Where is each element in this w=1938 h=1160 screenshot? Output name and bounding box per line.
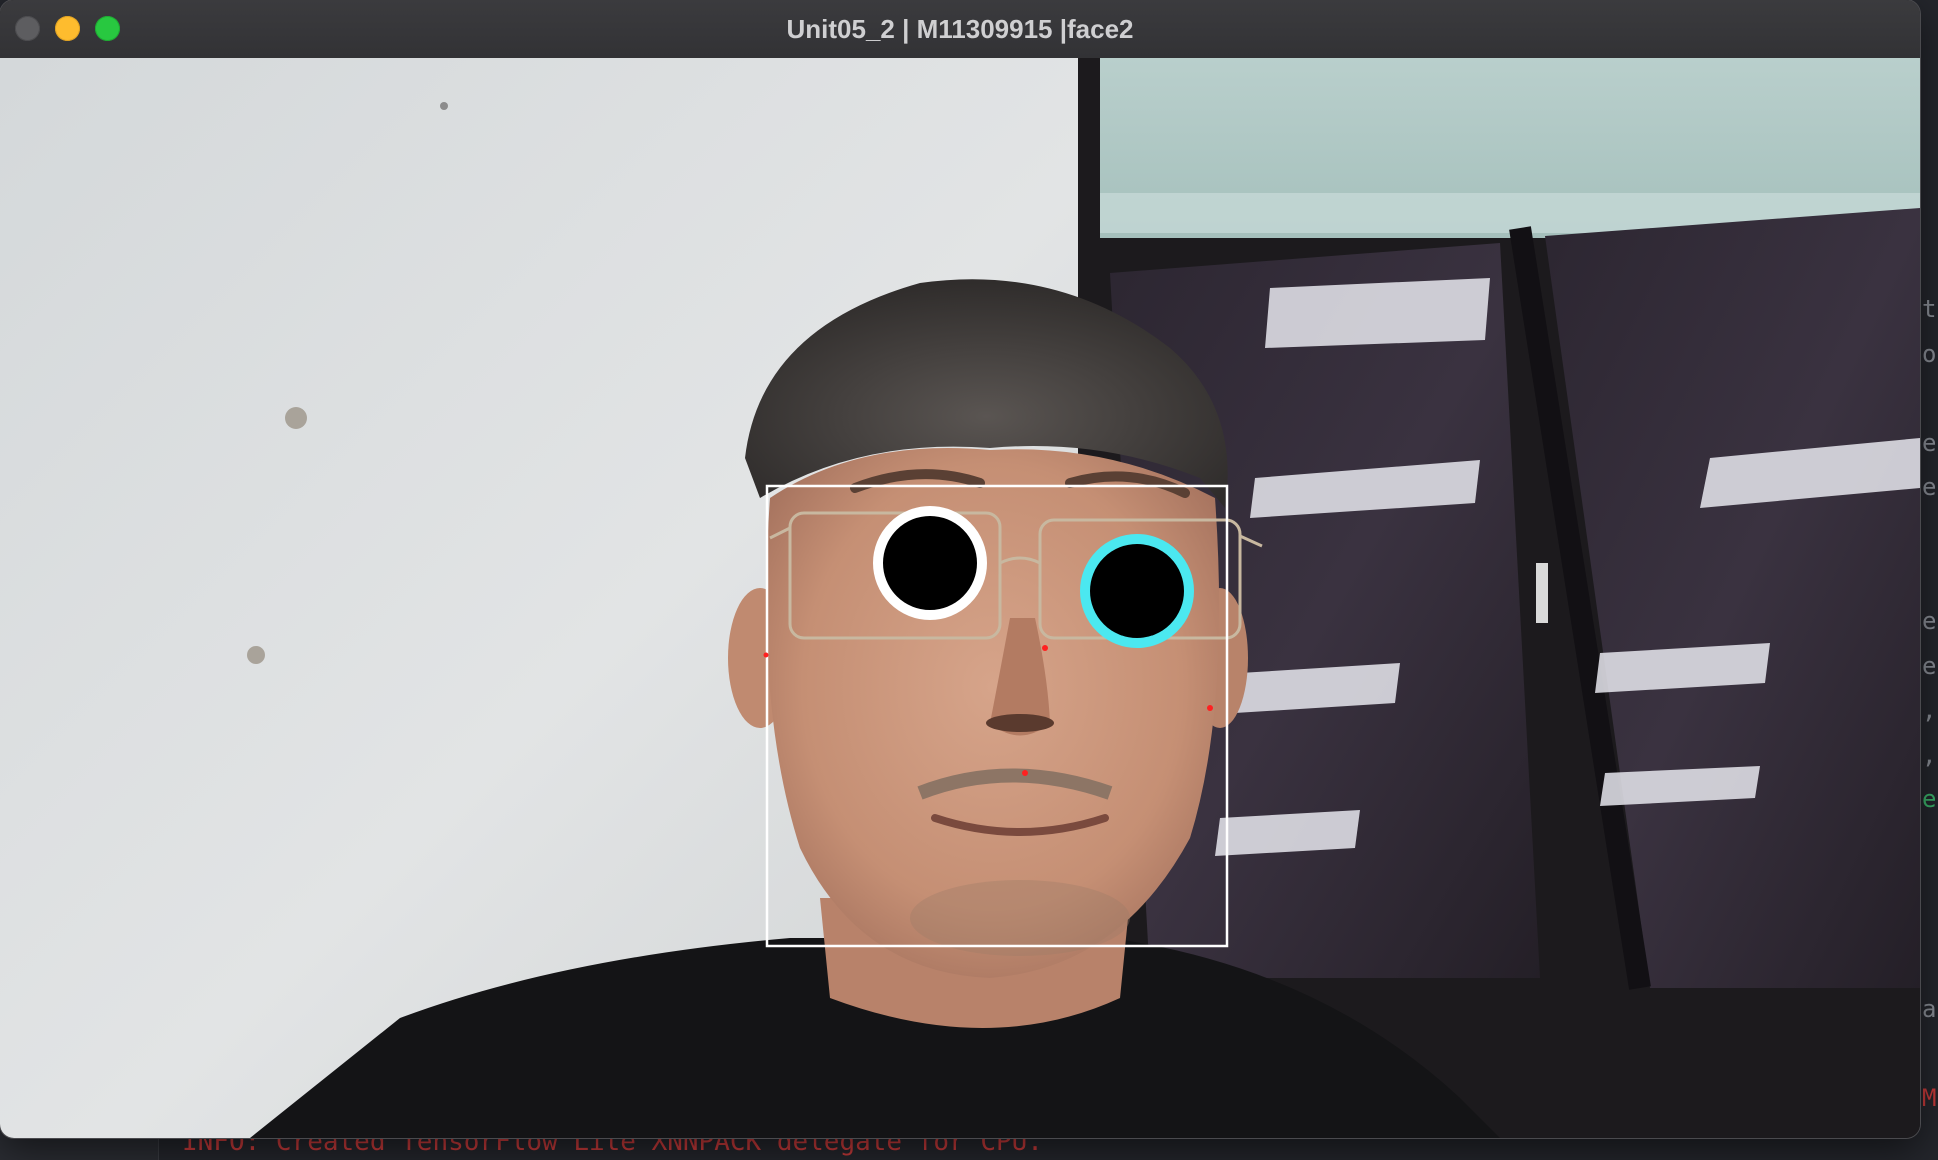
stubble — [910, 880, 1130, 956]
wall-mark — [247, 646, 265, 664]
terminal-fragment: M — [1922, 1084, 1937, 1112]
left-eye-ring — [873, 506, 987, 620]
zoom-button[interactable] — [95, 16, 120, 41]
terminal-fragment: e — [1922, 607, 1937, 635]
camera-feed — [0, 58, 1920, 1138]
app-window: Unit05_2 | M11309915 |face2 — [0, 0, 1920, 1138]
wall-mark — [285, 407, 307, 429]
window-title: Unit05_2 | M11309915 |face2 — [786, 14, 1134, 44]
terminal-fragment: e — [1922, 473, 1937, 501]
terminal-fragment: o — [1922, 340, 1937, 368]
terminal-fragment: e — [1922, 785, 1937, 813]
close-button[interactable] — [15, 16, 40, 41]
title-bar[interactable]: Unit05_2 | M11309915 |face2 — [0, 0, 1920, 59]
terminal-fragment: t — [1922, 295, 1937, 323]
terminal-fragment: e — [1922, 429, 1937, 457]
nostrils — [986, 714, 1054, 732]
terminal-fragment: , — [1922, 696, 1937, 724]
terminal-fragment: e — [1922, 652, 1937, 680]
landmark-dot — [1207, 705, 1213, 711]
right-eye-ring — [1080, 534, 1194, 648]
terminal-fragment: , — [1922, 741, 1937, 769]
terminal-fragment: a — [1922, 995, 1937, 1023]
minimize-button[interactable] — [55, 16, 80, 41]
landmark-dot — [1022, 770, 1028, 776]
door-handle — [1536, 563, 1548, 623]
landmark-dot — [1042, 645, 1048, 651]
landmark-dot — [763, 652, 769, 658]
wall-mark — [440, 102, 448, 110]
